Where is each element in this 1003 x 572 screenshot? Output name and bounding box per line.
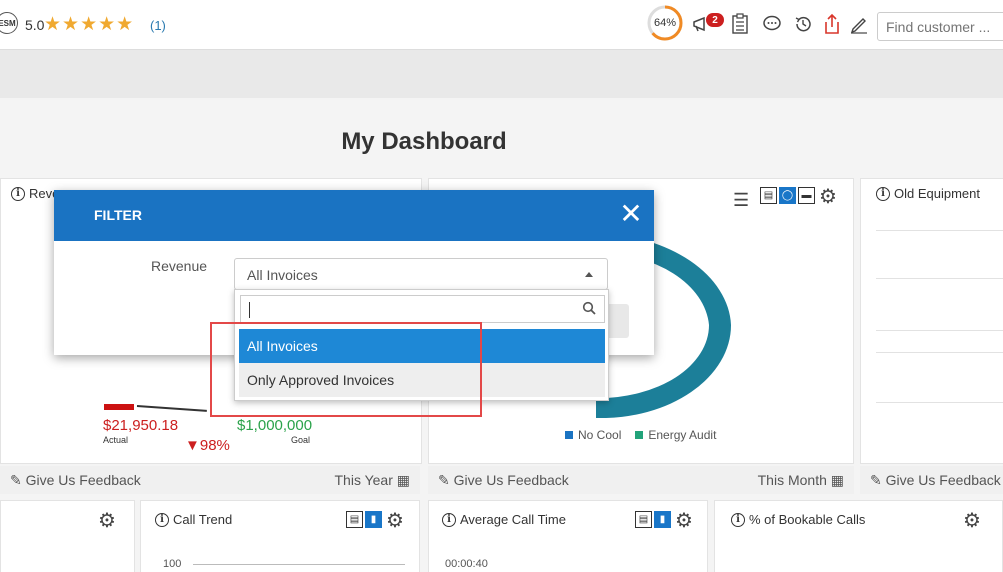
progress-percent: 64%	[653, 17, 677, 29]
goal-label: Goal	[291, 435, 311, 445]
actual-value: $21,950.18	[103, 417, 179, 434]
find-customer-input[interactable]	[877, 12, 1003, 41]
period-text: This Year	[334, 472, 393, 488]
feedback-text: Give Us Feedback	[453, 472, 569, 488]
bar-view-icon[interactable]: ▮	[654, 511, 671, 528]
bar-view-icon[interactable]: ▬	[798, 187, 815, 204]
info-icon[interactable]: i	[731, 512, 745, 527]
rating-value: 5.0	[25, 17, 45, 33]
table-view-icon[interactable]: ▤	[346, 511, 363, 528]
gear-icon[interactable]: ⚙	[386, 508, 404, 533]
period-text: This Month	[757, 472, 827, 488]
feedback-text: Give Us Feedback	[25, 472, 141, 488]
actual-label: Actual	[103, 435, 129, 445]
top-bar: ESM 5.0 ★★★★★ (1) 64% 2	[0, 0, 1003, 50]
checklist-icon[interactable]	[729, 13, 751, 35]
edit-icon[interactable]	[848, 13, 870, 35]
goal-value: $1,000,000	[237, 417, 313, 434]
gear-icon[interactable]: ⚙	[675, 508, 693, 533]
legend-no-cool: No Cool	[565, 428, 621, 442]
gear-icon[interactable]: ⚙	[963, 508, 981, 533]
grid-line	[193, 564, 405, 565]
select-value: All Invoices	[247, 267, 318, 283]
feedback-text: Give Us Feedback	[885, 472, 1001, 488]
table-view-icon[interactable]: ▤	[635, 511, 652, 528]
panel-title-text: Call Trend	[173, 512, 233, 527]
sub-bar	[0, 50, 1003, 98]
info-icon[interactable]: i	[155, 512, 169, 527]
share-icon[interactable]	[821, 13, 843, 35]
gear-icon[interactable]: ⚙	[819, 184, 837, 209]
bookable-calls-panel	[714, 500, 1003, 572]
caret-up-icon	[585, 272, 593, 277]
panel-title-text: Average Call Time	[460, 512, 566, 527]
old-equipment-title: i Old Equipment	[876, 186, 980, 201]
modal-title: FILTER	[94, 207, 142, 223]
history-icon[interactable]	[792, 13, 814, 35]
period-selector[interactable]: This Month ▦	[758, 472, 844, 489]
filter-icon[interactable]: ☰	[733, 190, 749, 211]
bar-view-icon[interactable]: ▮	[365, 511, 382, 528]
revenue-footer: ✎ Give Us Feedback This Year ▦	[0, 466, 420, 494]
view-toggle: ▤ ▮	[346, 511, 382, 528]
revenue-label: Revenue	[151, 258, 208, 274]
text-cursor	[249, 302, 250, 318]
table-divider	[876, 352, 1003, 353]
table-divider	[876, 402, 1003, 403]
period-selector[interactable]: This Year ▦	[335, 472, 411, 489]
axis-label: 100	[163, 558, 182, 570]
highlight-box	[210, 322, 482, 417]
rating-stars: ★★★★★	[44, 14, 135, 35]
dropdown-search-input[interactable]	[240, 295, 605, 323]
table-view-icon[interactable]: ▤	[760, 187, 777, 204]
info-icon[interactable]: i	[11, 186, 25, 201]
chat-icon[interactable]	[761, 13, 783, 35]
chart-legend: No Cool Energy Audit	[565, 428, 716, 442]
modal-header: FILTER ✕	[54, 190, 654, 241]
legend-energy-audit: Energy Audit	[635, 428, 716, 442]
table-divider	[876, 278, 1003, 279]
change-percent: ▼98%	[185, 437, 230, 454]
feedback-link[interactable]: ✎ Give Us Feedback	[438, 472, 569, 489]
close-icon[interactable]: ✕	[618, 200, 644, 228]
revenue-select[interactable]: All Invoices	[234, 258, 608, 290]
avg-call-time-title: i Average Call Time	[442, 512, 566, 527]
page-title: My Dashboard	[341, 128, 507, 155]
search-icon	[582, 301, 596, 318]
view-toggle: ▤ ◯ ▬	[760, 187, 815, 204]
axis-label: 00:00:40	[445, 558, 488, 570]
company-logo: ESM	[0, 12, 18, 34]
old-equipment-panel	[860, 178, 1003, 464]
feedback-link[interactable]: ✎ Give Us Feedback	[10, 472, 141, 489]
gear-icon[interactable]: ⚙	[98, 508, 116, 533]
call-trend-title: i Call Trend	[155, 512, 232, 527]
panel-title-text: Old Equipment	[894, 186, 980, 201]
revenue-panel-title: i Reve	[11, 186, 59, 201]
gauge-fill	[104, 404, 134, 410]
middle-footer: ✎ Give Us Feedback This Month ▦	[428, 466, 854, 494]
notification-badge: 2	[706, 13, 724, 27]
view-toggle: ▤ ▮	[635, 511, 671, 528]
info-icon[interactable]: i	[876, 186, 890, 201]
table-divider	[876, 230, 1003, 231]
old-equipment-footer: ✎ Give Us Feedback	[860, 466, 1003, 494]
donut-view-icon[interactable]: ◯	[779, 187, 796, 204]
bookable-calls-title: i % of Bookable Calls	[731, 512, 865, 527]
feedback-link[interactable]: ✎ Give Us Feedback	[870, 472, 1001, 489]
panel-title-text: % of Bookable Calls	[749, 512, 866, 527]
table-divider	[876, 330, 1003, 331]
info-icon[interactable]: i	[442, 512, 456, 527]
rating-count-link[interactable]: (1)	[150, 18, 166, 33]
